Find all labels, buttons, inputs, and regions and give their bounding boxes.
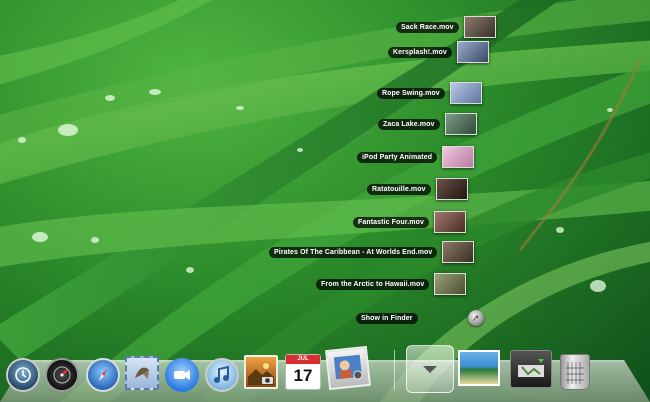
movie-thumbnail [442, 241, 475, 263]
ichat-icon[interactable] [165, 358, 199, 392]
stack-item-label: Kersplash!.mov [388, 46, 452, 58]
movie-thumbnail [442, 146, 475, 168]
stack-item[interactable]: Fantastic Four.mov [353, 211, 466, 233]
stack-item-label: Rope Swing.mov [377, 87, 445, 99]
time-machine-icon[interactable] [6, 358, 40, 392]
trash-icon[interactable] [560, 354, 590, 390]
stack-item[interactable]: Rope Swing.mov [377, 82, 482, 104]
ical-month: JUL [286, 355, 320, 364]
stack-item-label: Zaca Lake.mov [378, 118, 440, 130]
movies-stack-fan: Sack Race.mov Kersplash!.mov Rope Swing.… [0, 0, 650, 402]
movies-stack-button[interactable] [406, 345, 454, 393]
stack-item[interactable]: Ratatouille.mov [367, 178, 468, 200]
stack-item[interactable]: Pirates Of The Caribbean - At Worlds End… [269, 241, 475, 263]
movie-thumbnail [434, 273, 467, 295]
finder-arrow-icon: ↗ [467, 310, 484, 326]
movie-thumbnail [456, 41, 489, 63]
itunes-icon[interactable] [205, 358, 239, 392]
stack-item[interactable]: Kersplash!.mov [388, 41, 489, 63]
movie-thumbnail [435, 178, 468, 200]
movie-thumbnail [433, 211, 466, 233]
safari-icon[interactable] [86, 358, 120, 392]
movie-thumbnail [449, 82, 482, 104]
stack-item-label: Pirates Of The Caribbean - At Worlds End… [269, 246, 438, 258]
dashboard-icon[interactable] [45, 358, 79, 392]
dock-divider [394, 350, 395, 390]
movie-thumbnail [463, 16, 496, 38]
iphoto-icon[interactable] [244, 355, 278, 389]
stack-item-label: From the Arctic to Hawaii.mov [316, 278, 430, 290]
stack-item[interactable]: Zaca Lake.mov [378, 113, 477, 135]
stack-item-label: iPod Party Animated [357, 151, 438, 163]
stack-item[interactable]: iPod Party Animated [357, 146, 475, 168]
stack-open-arrow-icon [423, 365, 437, 373]
stack-item-label: Sack Race.mov [396, 21, 459, 33]
preview-icon[interactable] [325, 345, 371, 391]
stack-item-label: Ratatouille.mov [367, 183, 431, 195]
stack-item[interactable]: Sack Race.mov [396, 16, 496, 38]
ical-icon[interactable]: JUL 17 [285, 354, 321, 390]
ical-day: 17 [293, 366, 313, 385]
mail-icon[interactable] [125, 356, 159, 390]
show-in-finder-label: Show in Finder [356, 312, 418, 324]
stack-item[interactable]: From the Arctic to Hawaii.mov [316, 273, 467, 295]
stack-item-label: Fantastic Four.mov [353, 216, 429, 228]
downloads-stack-icon[interactable] [510, 350, 552, 388]
show-in-finder-item[interactable]: Show in Finder ↗ [356, 308, 484, 328]
beach-photo-stack-icon[interactable] [458, 350, 500, 386]
movie-thumbnail [444, 113, 477, 135]
